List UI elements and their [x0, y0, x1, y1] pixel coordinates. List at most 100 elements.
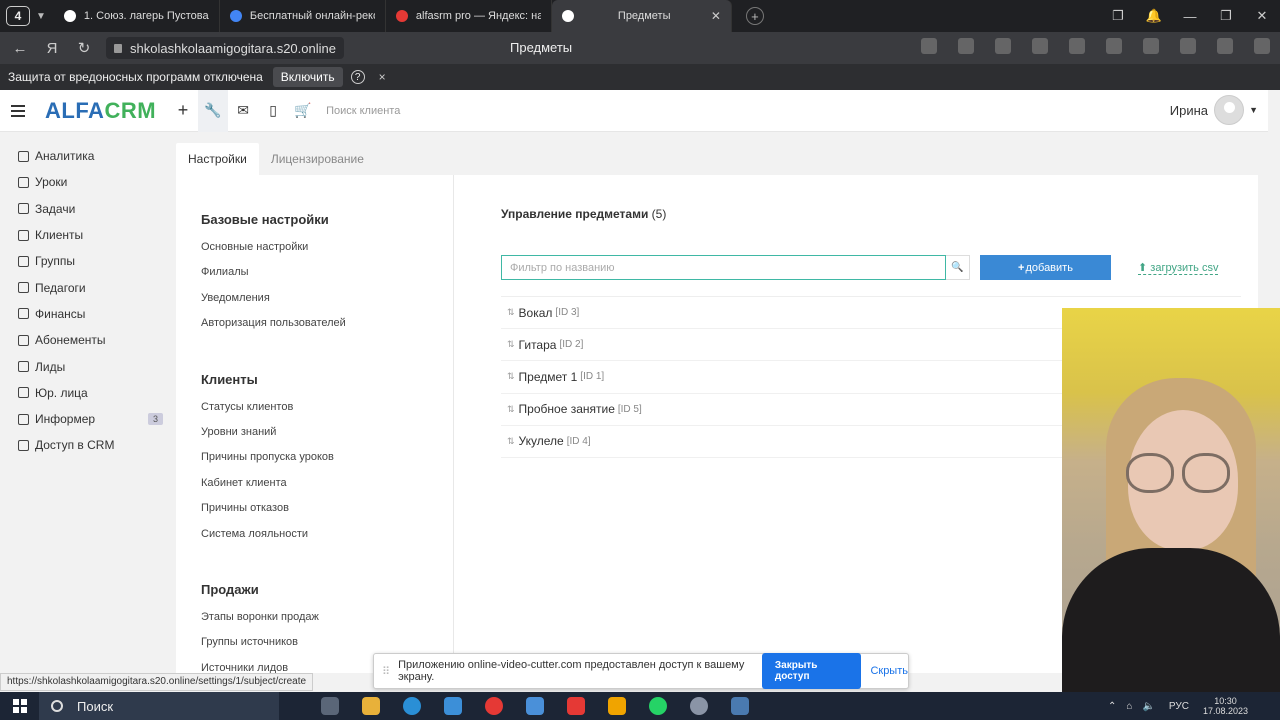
- upload-csv-link[interactable]: ⬆ загрузить csv: [1138, 261, 1219, 275]
- notifications-icon[interactable]: 🔔: [1136, 8, 1172, 24]
- settings-link[interactable]: Филиалы: [201, 266, 453, 291]
- mail-icon[interactable]: ✉: [228, 90, 258, 132]
- store-icon[interactable]: [526, 697, 544, 715]
- chevron-down-icon[interactable]: ▼: [1249, 105, 1258, 115]
- hide-button[interactable]: Скрыть: [870, 665, 908, 677]
- add-subject-button[interactable]: + добавить: [980, 255, 1111, 280]
- subject-name[interactable]: Пробное занятие: [519, 402, 615, 416]
- restore-icon[interactable]: ❐: [1208, 8, 1244, 24]
- cart-icon[interactable]: 🛒: [288, 90, 318, 132]
- task-view-icon[interactable]: [321, 697, 339, 715]
- settings-link[interactable]: Этапы воронки продаж: [201, 611, 453, 636]
- extension-icon[interactable]: [1180, 38, 1196, 54]
- app-icon[interactable]: [608, 697, 626, 715]
- sidebar-item-leads[interactable]: Лиды: [0, 353, 175, 379]
- enable-button[interactable]: Включить: [272, 67, 343, 87]
- subject-name[interactable]: Укулеле: [519, 434, 564, 448]
- headphones-icon[interactable]: [1032, 38, 1048, 54]
- close-icon[interactable]: ×: [379, 70, 386, 84]
- browser-tab[interactable]: Бесплатный онлайн-реко: [220, 0, 386, 32]
- shield-icon[interactable]: [1143, 38, 1159, 54]
- settings-link[interactable]: Авторизация пользователей: [201, 317, 453, 342]
- sidebar-item-teachers[interactable]: Педагоги: [0, 274, 175, 300]
- photos-icon[interactable]: [731, 697, 749, 715]
- subject-name[interactable]: Гитара: [519, 338, 557, 352]
- sidebar-item-groups[interactable]: Группы: [0, 248, 175, 274]
- drag-handle-icon[interactable]: ⇅: [507, 371, 515, 382]
- network-icon[interactable]: ⌂: [1126, 701, 1132, 712]
- yandex-browser-icon[interactable]: [485, 697, 503, 715]
- drag-handle-icon[interactable]: ⇅: [507, 436, 515, 447]
- drag-handle-icon[interactable]: ⇅: [507, 404, 515, 415]
- whatsapp-icon[interactable]: [649, 697, 667, 715]
- drag-handle-icon[interactable]: ⇅: [507, 339, 515, 350]
- close-tab-icon[interactable]: ✕: [711, 9, 721, 23]
- new-tab-icon[interactable]: +: [745, 7, 764, 25]
- settings-link[interactable]: Статусы клиентов: [201, 401, 453, 426]
- back-icon[interactable]: ←: [4, 40, 36, 57]
- settings-link[interactable]: Причины отказов: [201, 502, 453, 527]
- tab-count-button[interactable]: 4: [6, 6, 30, 26]
- avatar[interactable]: [1214, 95, 1244, 125]
- sidebar-item-lessons[interactable]: Уроки: [0, 169, 175, 195]
- settings-link[interactable]: Кабинет клиента: [201, 477, 453, 502]
- settings-link[interactable]: Система лояльности: [201, 528, 453, 553]
- subject-name[interactable]: Предмет 1: [519, 370, 578, 384]
- help-icon[interactable]: ?: [350, 70, 365, 84]
- settings-link[interactable]: Причины пропуска уроков: [201, 451, 453, 476]
- edge-icon[interactable]: [403, 697, 421, 715]
- chevron-down-icon[interactable]: ▼: [36, 11, 46, 22]
- chevron-up-icon[interactable]: ⌃: [1108, 701, 1116, 712]
- qr-icon[interactable]: [995, 38, 1011, 54]
- clock[interactable]: 10:30 17.08.2023: [1203, 696, 1248, 716]
- sidebar-item-tasks[interactable]: Задачи: [0, 196, 175, 222]
- stop-sharing-button[interactable]: Закрыть доступ: [761, 653, 862, 689]
- file-explorer-icon[interactable]: [362, 697, 380, 715]
- minimize-icon[interactable]: —: [1172, 9, 1208, 24]
- extension-icon[interactable]: [1106, 38, 1122, 54]
- sidebar-item-subscriptions[interactable]: Абонементы: [0, 327, 175, 353]
- extension-icon[interactable]: [1069, 38, 1085, 54]
- tabs-icon[interactable]: ❐: [1100, 8, 1136, 24]
- reload-icon[interactable]: ↻: [68, 39, 100, 57]
- add-icon[interactable]: +: [168, 90, 198, 132]
- windows-start-icon[interactable]: [13, 699, 27, 713]
- browser-tab-active[interactable]: Предметы ✕: [551, 0, 732, 32]
- menu-icon[interactable]: [11, 102, 25, 120]
- client-search-input[interactable]: Поиск клиента: [326, 105, 400, 117]
- taskbar-search[interactable]: Поиск: [39, 692, 279, 720]
- drag-handle-icon[interactable]: ⇅: [507, 307, 515, 318]
- mail-icon[interactable]: [444, 697, 462, 715]
- url-field[interactable]: shkolashkolaamigogitara.s20.online: [106, 37, 344, 59]
- filter-input[interactable]: Фильтр по названию: [501, 255, 946, 280]
- yandex-icon[interactable]: Я: [36, 40, 68, 57]
- sidebar-item-informer[interactable]: Информер 3: [0, 406, 175, 432]
- browser-tab[interactable]: 1. Союз. лагерь Пустовал: [54, 0, 220, 32]
- wrench-icon[interactable]: 🔧: [198, 89, 229, 132]
- sidebar-item-crm-access[interactable]: Доступ в CRM: [0, 432, 175, 458]
- settings-link[interactable]: Основные настройки: [201, 241, 453, 266]
- settings-icon[interactable]: [690, 697, 708, 715]
- language-indicator[interactable]: РУС: [1169, 701, 1189, 712]
- tab-licensing[interactable]: Лицензирование: [259, 143, 376, 175]
- phone-icon[interactable]: ▯: [258, 90, 288, 132]
- volume-icon[interactable]: 🔈: [1142, 701, 1154, 712]
- logo[interactable]: ALFACRM: [45, 98, 156, 124]
- extension-icon[interactable]: [921, 38, 937, 54]
- extension-icon[interactable]: [1217, 38, 1233, 54]
- download-icon[interactable]: [1254, 38, 1270, 54]
- bookmark-icon[interactable]: [958, 38, 974, 54]
- browser-tab[interactable]: alfasrm pro — Яндекс: наш: [386, 0, 552, 32]
- tab-settings[interactable]: Настройки: [176, 143, 259, 175]
- sidebar-item-clients[interactable]: Клиенты: [0, 222, 175, 248]
- subject-name[interactable]: Вокал: [519, 306, 553, 320]
- close-window-icon[interactable]: ✕: [1244, 8, 1280, 24]
- yandex-icon[interactable]: [567, 697, 585, 715]
- settings-link[interactable]: Уровни знаний: [201, 426, 453, 451]
- user-name[interactable]: Ирина: [1170, 103, 1208, 118]
- settings-link[interactable]: Уведомления: [201, 292, 453, 317]
- sidebar-item-legal[interactable]: Юр. лица: [0, 380, 175, 406]
- drag-handle-icon[interactable]: ⠿: [382, 665, 390, 678]
- search-icon[interactable]: 🔍: [946, 255, 970, 280]
- sidebar-item-analytics[interactable]: Аналитика: [0, 143, 175, 169]
